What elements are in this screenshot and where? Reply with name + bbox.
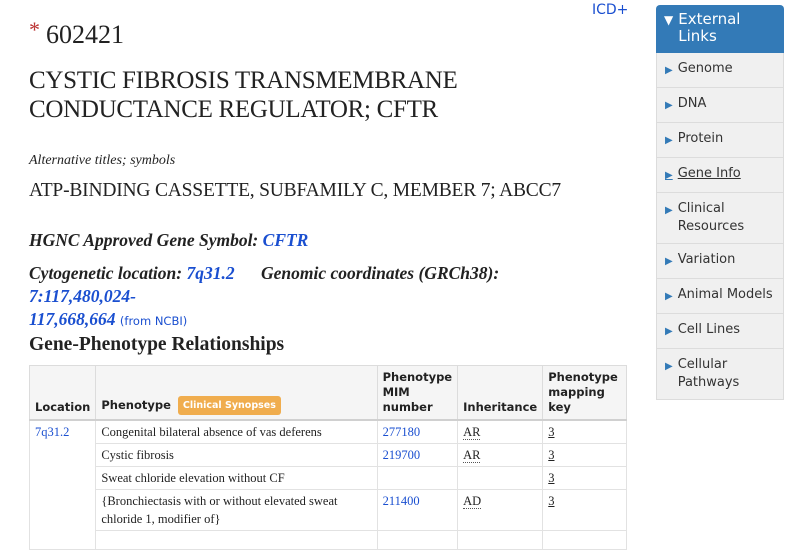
triangle-right-icon: ▶ (665, 291, 673, 302)
title-line-2: CONDUCTANCE REGULATOR; CFTR (29, 96, 438, 123)
cell-phenotype: Sweat chloride elevation without CF (95, 466, 378, 490)
external-links-header[interactable]: ▼ External Links (656, 5, 784, 53)
triangle-right-icon: ▶ (665, 100, 673, 111)
header-phenotype: Phenotype Clinical Synopses (95, 365, 378, 421)
table-row-partial (30, 530, 627, 550)
gene-phenotype-table: Location Phenotype Clinical Synopses Phe… (28, 365, 627, 550)
cell-mim-number: 219700 (376, 443, 459, 467)
genomic-coordinates-end: 117,668,664 (29, 309, 116, 329)
triangle-right-icon: ▶ (665, 326, 673, 337)
cytogenetic-label: Cytogenetic location: (29, 263, 183, 283)
mapping-key-link[interactable]: 3 (548, 494, 554, 508)
cell-inheritance: AD (457, 489, 544, 531)
genomic-coordinates-label: Genomic coordinates (GRCh38): (260, 263, 500, 283)
triangle-right-icon: ▶ (665, 361, 673, 372)
cell-mapping-key: 3 (542, 466, 627, 490)
header-mim-number: Phenotype MIM number (376, 365, 459, 421)
sidebar-item-clinical-resources[interactable]: ▶ Clinical Resources (656, 193, 784, 244)
external-links-panel: ▼ External Links ▶ Genome ▶ DNA ▶ Protein ▶ Gen… (656, 5, 784, 400)
sidebar-item-label: Gene Info (677, 166, 741, 181)
sidebar-item-cellular-pathways[interactable]: ▶ Cellular Pathways (656, 349, 784, 400)
sidebar-item-label: Cellular Pathways (677, 357, 740, 390)
gene-phenotype-heading: Gene-Phenotype Relationships (29, 334, 285, 355)
sidebar-item-label: Protein (677, 131, 724, 146)
cell-location: 7q31.2 (28, 419, 97, 550)
phenotype-mim-link[interactable]: 219700 (383, 448, 421, 462)
sidebar-item-label: Genome (677, 61, 733, 76)
sidebar-item-label: Animal Models (677, 287, 773, 302)
cell-mapping-key: 3 (542, 489, 627, 531)
table-row: {Bronchiectasis with or without elevated… (30, 489, 627, 531)
sidebar-item-gene-info[interactable]: ▶ Gene Info (656, 158, 784, 193)
cell-inheritance (457, 466, 544, 490)
table-row: Sweat chloride elevation without CF 3 (30, 466, 627, 490)
sidebar-item-label: Clinical Resources (677, 201, 745, 234)
header-location: Location (28, 365, 97, 421)
location-row: Cytogenetic location: 7q31.2 Genomic coo… (29, 262, 609, 333)
clinical-synopses-button[interactable]: Clinical Synopses (177, 396, 281, 415)
hgnc-symbol-link[interactable]: CFTR (263, 230, 309, 250)
inheritance-abbr[interactable]: AR (463, 425, 481, 440)
sidebar-item-genome[interactable]: ▶ Genome (656, 53, 784, 88)
cell-inheritance: AR (457, 419, 544, 444)
title-line-1: CYSTIC FIBROSIS TRANSMEMBRANE (29, 67, 458, 94)
sidebar-item-cell-lines[interactable]: ▶ Cell Lines (656, 314, 784, 349)
mim-number: 602421 (46, 20, 124, 49)
cell-mim-number (376, 466, 459, 490)
location-link[interactable]: 7q31.2 (35, 425, 69, 439)
table-row: Cystic fibrosis 219700 AR 3 (30, 443, 627, 467)
icd-plus-link[interactable]: ICD+ (592, 2, 628, 18)
triangle-right-icon: ▶ (665, 135, 673, 146)
alt-title: ATP-BINDING CASSETTE, SUBFAMILY C, MEMBE… (29, 180, 561, 201)
hgnc-symbol-row: HGNC Approved Gene Symbol: CFTR (29, 230, 308, 251)
table-header-row: Location Phenotype Clinical Synopses Phe… (28, 365, 627, 421)
cell-phenotype: Cystic fibrosis (95, 443, 378, 467)
empty-cell (376, 530, 459, 550)
sidebar-item-dna[interactable]: ▶ DNA (656, 88, 784, 123)
mim-entry-number: * 602421 (29, 17, 124, 50)
header-mapping-key: Phenotype mapping key (542, 365, 627, 421)
cell-phenotype: Congenital bilateral absence of vas defe… (95, 419, 378, 444)
table-row: 7q31.2 Congenital bilateral absence of va… (28, 419, 627, 550)
cell-phenotype: {Bronchiectasis with or without elevated… (95, 489, 378, 531)
header-inheritance: Inheritance (457, 365, 544, 421)
cell-inheritance: AR (457, 443, 544, 467)
empty-cell (457, 530, 544, 550)
gene-entry-asterisk: * (29, 17, 40, 42)
triangle-right-icon: ▶ (665, 65, 673, 76)
sidebar-item-protein[interactable]: ▶ Protein (656, 123, 784, 158)
inheritance-abbr[interactable]: AR (463, 448, 481, 463)
cell-mim-number: 211400 (376, 489, 459, 531)
sidebar-item-label: Cell Lines (677, 322, 740, 337)
cytogenetic-location-link[interactable]: 7q31.2 (186, 263, 234, 283)
mapping-key-link[interactable]: 3 (548, 471, 554, 485)
cell-mim-number: 277180 (376, 419, 459, 444)
hgnc-label: HGNC Approved Gene Symbol: (29, 230, 259, 250)
sidebar-item-label: Variation (677, 252, 736, 267)
phenotype-mim-link[interactable]: 277180 (383, 425, 421, 439)
external-links-title: External Links (678, 10, 741, 45)
sidebar-item-label: DNA (677, 96, 707, 111)
triangle-right-icon: ▶ (665, 256, 673, 267)
mapping-key-link[interactable]: 3 (548, 425, 554, 439)
triangle-down-icon: ▼ (664, 13, 674, 27)
cell-mapping-key: 3 (542, 419, 627, 444)
triangle-right-icon: ▶ (665, 170, 673, 181)
mapping-key-link[interactable]: 3 (548, 448, 554, 462)
sidebar-item-variation[interactable]: ▶ Variation (656, 244, 784, 279)
phenotype-mim-link[interactable]: 211400 (383, 494, 420, 508)
triangle-right-icon: ▶ (665, 205, 673, 216)
alt-titles-label: Alternative titles; symbols (29, 153, 176, 168)
header-phenotype-label: Phenotype (101, 398, 171, 412)
sidebar-item-animal-models[interactable]: ▶ Animal Models (656, 279, 784, 314)
page-title: CYSTIC FIBROSIS TRANSMEMBRANE CONDUCTANC… (29, 66, 458, 124)
empty-cell (95, 530, 378, 550)
empty-cell (542, 530, 627, 550)
ncbi-source-link[interactable]: (from NCBI) (120, 314, 187, 328)
cell-mapping-key: 3 (542, 443, 627, 467)
inheritance-abbr[interactable]: AD (463, 494, 482, 509)
genomic-coordinates-start: 7:117,480,024- (29, 286, 136, 306)
